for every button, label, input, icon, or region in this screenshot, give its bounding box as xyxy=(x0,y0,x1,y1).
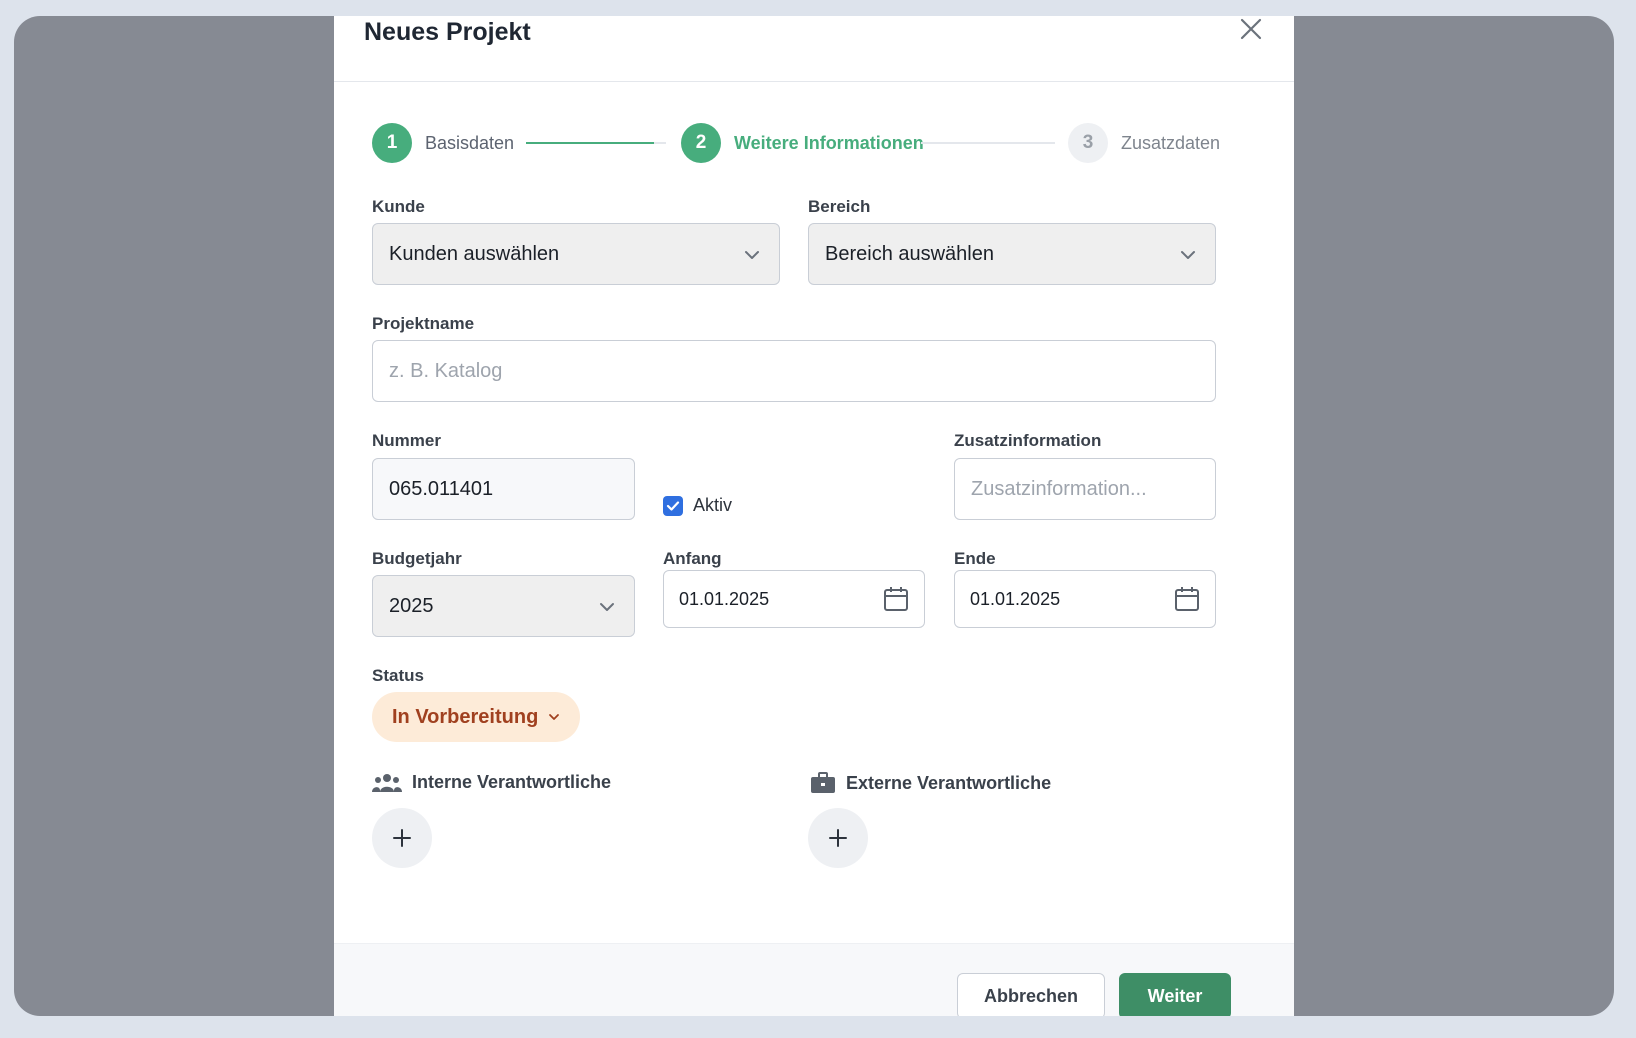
step-3-circle[interactable]: 3 xyxy=(1068,123,1108,163)
chevron-down-icon xyxy=(600,603,614,611)
kunde-select-value: Kunden auswählen xyxy=(389,242,560,265)
stepper: 1 Basisdaten 2 Weitere Informationen 3 Z… xyxy=(372,123,1254,163)
dialog-title: Neues Projekt xyxy=(364,18,531,46)
status-value: In Vorbereitung xyxy=(392,705,539,728)
step-2-circle[interactable]: 2 xyxy=(681,123,721,163)
status-label: Status xyxy=(372,666,424,685)
aktiv-checkbox-wrap[interactable]: Aktiv xyxy=(663,495,732,516)
step-1-circle[interactable]: 1 xyxy=(372,123,412,163)
anfang-date-value: 01.01.2025 xyxy=(679,588,770,609)
chevron-down-icon xyxy=(1181,251,1195,259)
dialog-header: Neues Projekt xyxy=(334,16,1294,82)
close-button[interactable] xyxy=(1238,16,1264,42)
budgetjahr-select-value: 2025 xyxy=(389,594,434,617)
bereich-select-value: Bereich auswählen xyxy=(825,242,994,265)
step-1-number: 1 xyxy=(386,132,398,153)
step-3-number: 3 xyxy=(1082,132,1094,153)
zusatzinformation-input[interactable] xyxy=(954,458,1216,520)
budgetjahr-label: Budgetjahr xyxy=(372,549,462,568)
kunde-label: Kunde xyxy=(372,197,425,216)
calendar-icon[interactable] xyxy=(882,585,910,613)
step-connector-2 xyxy=(921,142,1055,144)
ende-label: Ende xyxy=(954,549,996,568)
ende-date-value: 01.01.2025 xyxy=(970,588,1061,609)
step-2-label[interactable]: Weitere Informationen xyxy=(734,133,924,154)
add-external-responsible-button[interactable] xyxy=(808,808,868,868)
kunde-select[interactable]: Kunden auswählen xyxy=(372,223,780,285)
status-dropdown[interactable]: In Vorbereitung xyxy=(372,692,581,742)
next-button[interactable]: Weiter xyxy=(1119,973,1231,1016)
aktiv-checkbox[interactable] xyxy=(663,495,683,516)
dialog-footer: Abbrechen Weiter xyxy=(334,943,1294,1016)
step-1-label[interactable]: Basisdaten xyxy=(425,133,514,154)
internal-responsibles-header: Interne Verantwortliche xyxy=(372,772,611,793)
projektname-label: Projektname xyxy=(372,314,475,333)
external-responsibles-label: Externe Verantwortliche xyxy=(846,772,1052,793)
external-responsibles-header: Externe Verantwortliche xyxy=(810,772,1051,794)
projektname-input[interactable] xyxy=(372,340,1216,402)
plus-icon xyxy=(829,829,847,847)
step-connector-1-progress xyxy=(526,142,654,144)
step-connector-1 xyxy=(526,142,666,144)
internal-responsibles-label: Interne Verantwortliche xyxy=(412,772,612,792)
budgetjahr-select[interactable]: 2025 xyxy=(372,575,635,637)
users-icon xyxy=(372,773,402,792)
nummer-input[interactable] xyxy=(372,458,635,520)
plus-icon xyxy=(393,829,411,847)
close-icon xyxy=(1240,18,1262,40)
checkmark-icon xyxy=(666,500,680,511)
chevron-down-icon xyxy=(745,251,759,259)
ende-date-input[interactable]: 01.01.2025 xyxy=(954,570,1216,628)
step-2-number: 2 xyxy=(695,132,707,153)
cancel-button[interactable]: Abbrechen xyxy=(957,973,1105,1016)
calendar-icon[interactable] xyxy=(1173,585,1201,613)
anfang-label: Anfang xyxy=(663,549,722,568)
step-3-label[interactable]: Zusatzdaten xyxy=(1121,133,1220,154)
chevron-down-icon xyxy=(549,714,560,720)
briefcase-icon xyxy=(811,772,835,793)
anfang-date-input[interactable]: 01.01.2025 xyxy=(663,570,925,628)
bereich-label: Bereich xyxy=(808,197,871,216)
zusatzinformation-label: Zusatzinformation xyxy=(954,431,1102,450)
nummer-label: Nummer xyxy=(372,431,441,450)
new-project-dialog: Neues Projekt 1 Basisdaten 2 Weitere Inf… xyxy=(334,16,1294,1016)
aktiv-label: Aktiv xyxy=(693,495,733,515)
modal-backdrop[interactable]: Neues Projekt 1 Basisdaten 2 Weitere Inf… xyxy=(14,16,1614,1016)
bereich-select[interactable]: Bereich auswählen xyxy=(808,223,1216,285)
add-internal-responsible-button[interactable] xyxy=(372,808,432,868)
